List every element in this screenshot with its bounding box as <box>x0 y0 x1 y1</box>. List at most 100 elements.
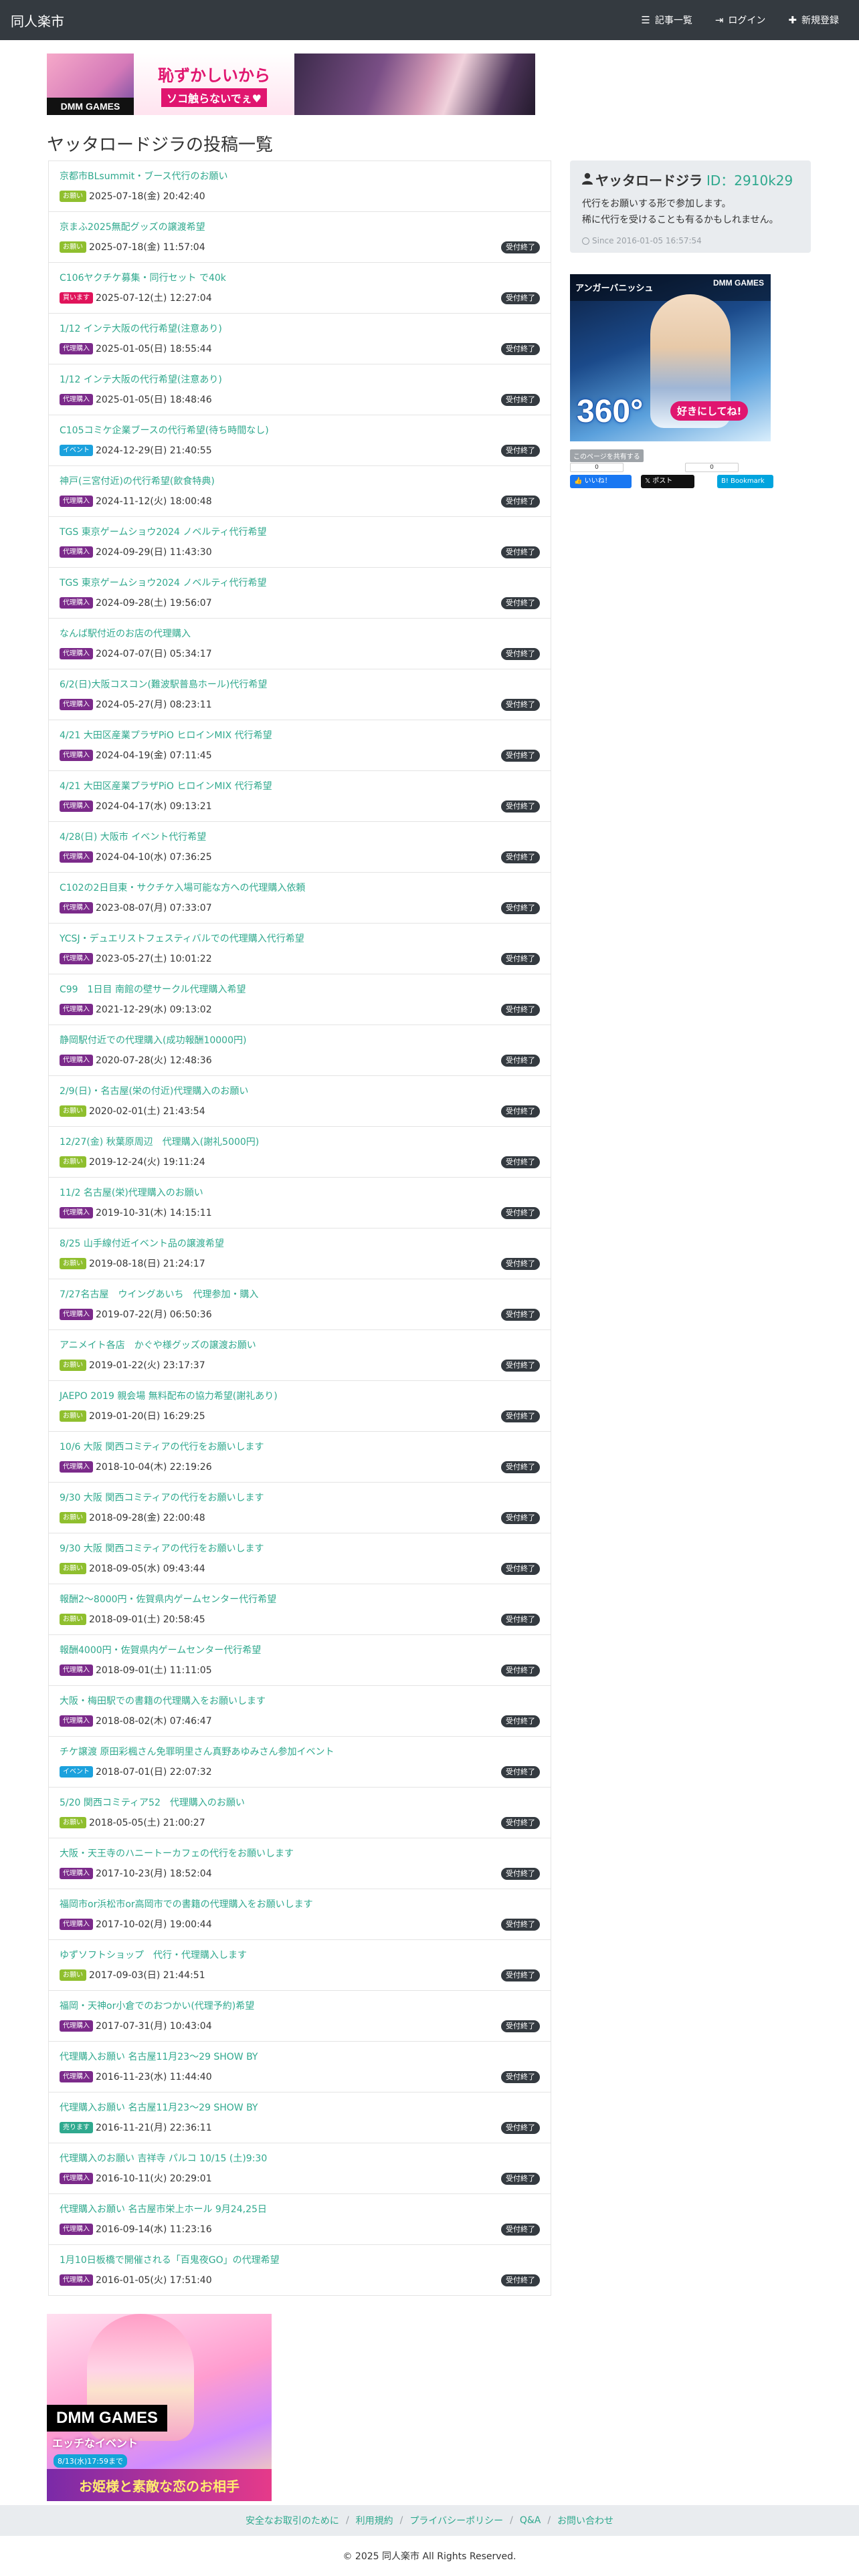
post-title-link[interactable]: 1月10日板橋で開催される「百鬼夜GO」の代理希望 <box>60 2253 280 2266</box>
post-title-link[interactable]: 11/2 名古屋(栄)代理購入のお願い <box>60 1186 203 1199</box>
post-title-link[interactable]: C102の2日目東・サクチケ入場可能な方への代理購入依頼 <box>60 881 305 894</box>
category-badge: 代理購入 <box>60 2070 93 2082</box>
footer-link-terms[interactable]: 利用規約 <box>356 2514 393 2527</box>
post-date: 2019-08-18(日) 21:24:17 <box>89 1259 205 1269</box>
post-title-link[interactable]: 代理購入お願い 名古屋市栄上ホール 9月24,25日 <box>60 2202 267 2216</box>
bottom-ad-banner[interactable]: DMM GAMES エッチなイベント 8/13(水)17:59まで お姫様と素敵… <box>47 2314 272 2501</box>
post-title-link[interactable]: C105コミケ企業ブースの代行希望(待ち時間なし) <box>60 423 269 437</box>
category-badge: 代理購入 <box>60 1664 93 1676</box>
x-post-button[interactable]: 𝕏 ポスト <box>641 475 694 488</box>
post-title-link[interactable]: YCSJ・デュエリストフェスティバルでの代理購入代行希望 <box>60 932 304 945</box>
status-badge: 受付終了 <box>501 1004 540 1016</box>
nav-links: ☰ 記事一覧 ⇥ ログイン ✚ 新規登録 <box>618 0 839 40</box>
profile-since: Since 2016-01-05 16:57:54 <box>582 236 799 245</box>
post-title-link[interactable]: 5/20 関西コミティア52 代理購入のお願い <box>60 1796 245 1809</box>
status-badge: 受付終了 <box>501 750 540 762</box>
profile-name-row: ヤッタロードジラ ID：2910k29 <box>582 170 799 189</box>
post-title-link[interactable]: 9/30 大阪 関西コミティアの代行をお願いします <box>60 1491 264 1504</box>
post-title-link[interactable]: 10/6 大阪 関西コミティアの代行をお願いします <box>60 1440 264 1453</box>
site-brand[interactable]: 同人楽市 <box>11 11 64 30</box>
footer-link-contact[interactable]: お問い合わせ <box>557 2514 613 2527</box>
post-date: 2018-07-01(日) 22:07:32 <box>96 1767 212 1778</box>
category-badge: お願い <box>60 1156 86 1168</box>
bottom-ad-event: エッチなイベント <box>52 2437 138 2450</box>
post-date: 2024-04-17(水) 09:13:21 <box>96 801 212 812</box>
post-title-link[interactable]: JAEPO 2019 親会場 無料配布の協力希望(謝礼あり) <box>60 1389 278 1402</box>
status-badge: 受付終了 <box>501 2274 540 2286</box>
post-title-link[interactable]: 大阪・梅田駅での書籍の代理購入をお願いします <box>60 1694 266 1707</box>
post-title-link[interactable]: ゆずソフトショップ 代行・代理購入します <box>60 1948 247 1961</box>
share-buttons: 👍 いいね！ 𝕏 ポスト B! Bookmark <box>570 475 773 488</box>
status-badge: 受付終了 <box>501 2224 540 2236</box>
bottom-ad-date: 8/13(水)17:59まで <box>54 2454 127 2468</box>
post-title-link[interactable]: 4/21 大田区産業プラザPiO ヒロインMIX 代行希望 <box>60 728 272 742</box>
hatena-bookmark-button[interactable]: B! Bookmark <box>717 475 773 488</box>
footer-link-faq[interactable]: Q&A <box>520 2515 541 2526</box>
post-row: 報酬2～8000円・佐賀県内ゲームセンター代行希望 お願い 2018-09-01(土… <box>48 1584 551 1635</box>
post-title-link[interactable]: 4/28(日) 大阪市 イベント代行希望 <box>60 830 206 843</box>
post-title-link[interactable]: 福岡・天神or小倉でのおつかい(代理予約)希望 <box>60 1999 254 2012</box>
post-title-link[interactable]: 9/30 大阪 関西コミティアの代行をお願いします <box>60 1541 264 1555</box>
post-title-link[interactable]: 6/2(日)大阪コスコン(難波駅普島ホール)代行希望 <box>60 677 267 691</box>
post-title-link[interactable]: 京まふ2025無配グッズの譲渡希望 <box>60 220 205 233</box>
footer-link-privacy[interactable]: プライバシーポリシー <box>409 2514 503 2527</box>
post-title-link[interactable]: C106ヤクチケ募集・同行セット で40k <box>60 271 226 284</box>
post-title-link[interactable]: 1/12 インテ大阪の代行希望(注意あり) <box>60 372 222 386</box>
post-row: 1月10日板橋で開催される「百鬼夜GO」の代理希望 代理購入 2016-01-05(… <box>48 2245 551 2296</box>
post-title-link[interactable]: 代理購入のお願い 吉祥寺 パルコ 10/15 (土)9:30 <box>60 2151 267 2165</box>
bottom-ad-brand: DMM GAMES <box>47 2405 167 2432</box>
side-ad-title: アンガーバニッシュ <box>575 283 654 293</box>
post-title-link[interactable]: TGS 東京ゲームショウ2024 ノベルティ代行希望 <box>60 576 267 589</box>
profile-desc-line1: 代行をお願いする形で参加します。 <box>582 199 731 209</box>
x-post-label: ポスト <box>652 477 673 485</box>
post-title-link[interactable]: アニメイト各店 かぐや様グッズの譲渡お願い <box>60 1338 256 1352</box>
sidebar-ad-banner[interactable]: アンガーバニッシュ DMM GAMES 360° 好きにしてね! <box>570 274 771 441</box>
post-title-link[interactable]: 2/9(日)・名古屋(栄の付近)代理購入のお願い <box>60 1084 248 1097</box>
status-badge: 受付終了 <box>501 1665 540 1677</box>
top-banner-text: 恥ずかしいから ソコ触らないでぇ♥ <box>134 53 294 115</box>
post-title-link[interactable]: 1/12 インテ大阪の代行希望(注意あり) <box>60 322 222 335</box>
post-title-link[interactable]: 代理購入お願い 名古屋11月23〜29 SHOW BY <box>60 2101 258 2114</box>
post-title-link[interactable]: 福岡市or浜松市or高岡市での書籍の代理購入をお願いします <box>60 1897 313 1911</box>
post-row: 6/2(日)大阪コスコン(難波駅普島ホール)代行希望 代理購入 2024-05-27… <box>48 669 551 720</box>
status-badge: 受付終了 <box>501 953 540 965</box>
top-ad-banner[interactable]: DMM GAMES 恥ずかしいから ソコ触らないでぇ♥ <box>47 53 535 115</box>
post-row: チケ譲渡 原田彩楓さん免罪明里さん真野あゆみさん参加イベント イベント 2018-0… <box>48 1737 551 1788</box>
post-meta: 代理購入 2024-05-27(月) 08:23:11 <box>60 697 212 711</box>
post-title-link[interactable]: 8/25 山手線付近イベント品の譲渡希望 <box>60 1237 224 1250</box>
post-title-link[interactable]: チケ譲渡 原田彩楓さん免罪明里さん真野あゆみさん参加イベント <box>60 1745 334 1758</box>
post-meta: お願い 2019-12-24(火) 19:11:24 <box>60 1155 205 1168</box>
post-title-link[interactable]: 神戸(三宮付近)の代行希望(飲食特典) <box>60 474 215 488</box>
category-badge: お願い <box>60 1613 86 1625</box>
nav-register-link[interactable]: ✚ 新規登録 <box>788 13 839 27</box>
post-title-link[interactable]: 大阪・天王寺のハニートーカフェの代行をお願いします <box>60 1846 294 1860</box>
post-title-link[interactable]: なんば駅付近のお店の代理購入 <box>60 627 191 640</box>
post-date: 2017-09-03(日) 21:44:51 <box>89 1970 205 1981</box>
post-title-link[interactable]: 代理購入お願い 名古屋11月23〜29 SHOW BY <box>60 2050 258 2063</box>
post-meta: 売ります 2016-11-21(月) 22:36:11 <box>60 2121 212 2134</box>
post-title-link[interactable]: 12/27(金) 秋葉原周辺 代理購入(謝礼5000円) <box>60 1135 259 1148</box>
post-meta: 代理購入 2019-07-22(月) 06:50:36 <box>60 1307 212 1321</box>
facebook-like-button[interactable]: 👍 いいね！ <box>570 475 632 488</box>
status-badge: 受付終了 <box>501 902 540 914</box>
post-meta: 代理購入 2018-09-01(土) 11:11:05 <box>60 1663 212 1677</box>
post-title-link[interactable]: 報酬4000円・佐賀県内ゲームセンター代行希望 <box>60 1643 261 1656</box>
post-title-link[interactable]: 静岡駅付近での代理購入(成功報酬10000円) <box>60 1033 246 1047</box>
post-title-link[interactable]: 7/27名古屋 ウイングあいち 代理参加・購入 <box>60 1287 258 1301</box>
nav-login-link[interactable]: ⇥ ログイン <box>715 13 766 27</box>
category-badge: お願い <box>60 1969 86 1981</box>
post-title-link[interactable]: C99 1日目 南館の壁サークル代理購入希望 <box>60 982 246 996</box>
post-meta: お願い 2018-09-28(金) 22:00:48 <box>60 1511 205 1524</box>
post-title-link[interactable]: 4/21 大田区産業プラザPiO ヒロインMIX 代行希望 <box>60 779 272 792</box>
post-title-link[interactable]: TGS 東京ゲームショウ2024 ノベルティ代行希望 <box>60 525 267 538</box>
post-title-link[interactable]: 京都市BLsummit・ブース代行のお願い <box>60 169 228 183</box>
status-badge: 受付終了 <box>501 1309 540 1321</box>
status-badge: 受付終了 <box>501 1461 540 1473</box>
footer-link-safety[interactable]: 安全なお取引のために <box>246 2514 339 2527</box>
post-title-link[interactable]: 報酬2～8000円・佐賀県内ゲームセンター代行希望 <box>60 1592 276 1606</box>
post-row: C99 1日目 南館の壁サークル代理購入希望 代理購入 2021-12-29(水) … <box>48 974 551 1025</box>
post-meta: 代理購入 2024-04-10(水) 07:36:25 <box>60 850 212 863</box>
x-icon: 𝕏 <box>645 477 653 485</box>
copyright: © 2025 同人楽市 All Rights Reserved. <box>343 2551 516 2562</box>
nav-article-list-link[interactable]: ☰ 記事一覧 <box>641 13 692 27</box>
